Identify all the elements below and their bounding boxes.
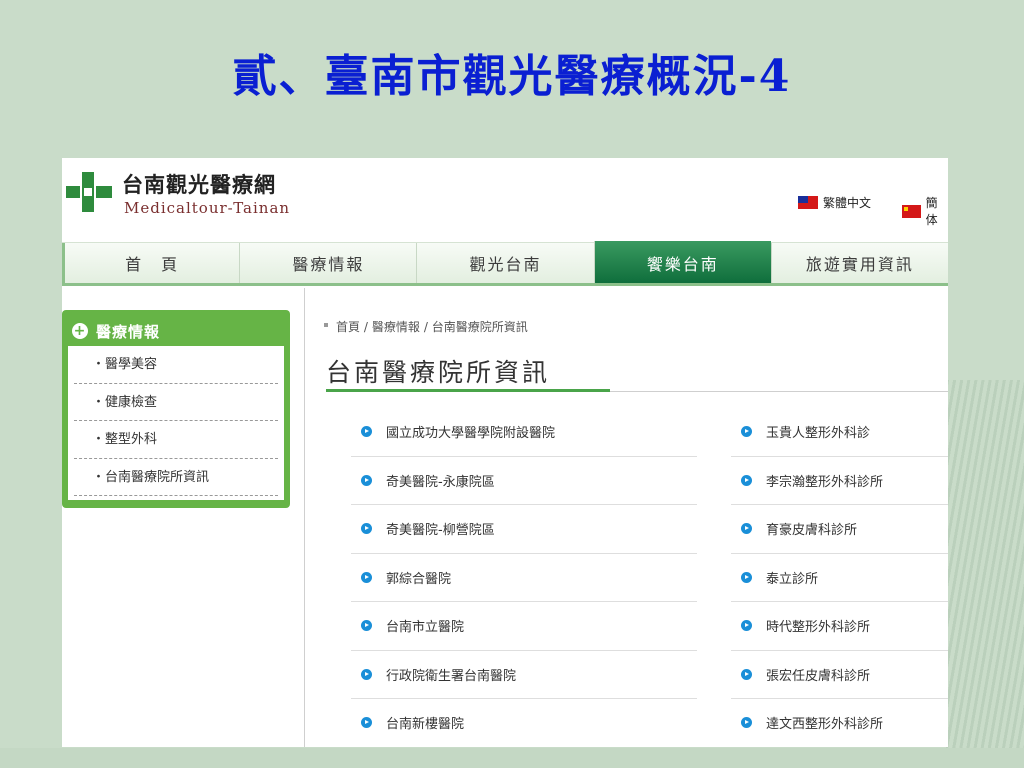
clinic-name: 時代整形外科診所 xyxy=(766,620,871,636)
nav-home[interactable]: 首 頁 xyxy=(62,243,239,283)
hospital-list-item[interactable]: 奇美醫院-柳營院區 xyxy=(351,505,697,554)
clinic-list-item[interactable]: 達文西整形外科診所 xyxy=(731,699,948,747)
hospital-list-item[interactable]: 台南新樓醫院 xyxy=(351,699,697,747)
sidebar-item-plastic-surgery[interactable]: ・整型外科 xyxy=(74,421,278,459)
lang-simplified-label: 簡体 xyxy=(925,196,938,227)
china-flag-icon xyxy=(902,204,921,218)
hospital-list-item[interactable]: 國立成功大學醫學院附設醫院 xyxy=(351,408,697,457)
site-logo-title[interactable]: 台南觀光醫療網 xyxy=(122,169,276,199)
clinic-name: 育豪皮膚科診所 xyxy=(766,523,858,539)
hospital-name: 奇美醫院-柳營院區 xyxy=(386,523,495,539)
clinic-name: 達文西整形外科診所 xyxy=(766,717,884,733)
clinic-list-item[interactable]: 玉貴人整形外科診 xyxy=(731,408,948,457)
hospital-list-item[interactable]: 台南市立醫院 xyxy=(351,602,697,651)
medical-cross-logo-icon xyxy=(66,172,112,212)
breadcrumb: 首頁 / 醫療情報 / 台南醫療院所資訊 xyxy=(324,318,528,335)
clinic-list-item[interactable]: 張宏任皮膚科診所 xyxy=(731,651,948,699)
hospital-list-left: 國立成功大學醫學院附設醫院 奇美醫院-永康院區 奇美醫院-柳營院區 郭綜合醫院 … xyxy=(351,408,697,747)
hospital-name: 台南市立醫院 xyxy=(386,620,465,636)
content-divider xyxy=(304,288,305,747)
arrow-circle-icon xyxy=(361,571,372,583)
clinic-name: 李宗瀚整形外科診所 xyxy=(766,474,884,490)
arrow-circle-icon xyxy=(741,571,752,583)
lang-traditional-link[interactable]: 繁體中文 xyxy=(798,194,871,211)
breadcrumb-home[interactable]: 首頁 / xyxy=(336,318,368,335)
arrow-circle-icon xyxy=(361,717,372,729)
clinic-name: 張宏任皮膚科診所 xyxy=(766,668,871,684)
website-screenshot: 台南觀光醫療網 Medicaltour-Tainan 繁體中文 簡体 首 頁 醫… xyxy=(62,158,948,747)
hospital-name: 國立成功大學醫學院附設醫院 xyxy=(386,426,556,442)
sidebar-item-health-checkup[interactable]: ・健康檢查 xyxy=(74,384,278,421)
nav-travel-info[interactable]: 旅遊實用資訊 xyxy=(770,243,948,283)
nav-tainan-tourism[interactable]: 觀光台南 xyxy=(416,243,593,283)
clinic-name: 玉貴人整形外科診 xyxy=(766,426,871,442)
nav-medical-info[interactable]: 醫療情報 xyxy=(239,243,416,283)
hospital-list-right: 玉貴人整形外科診 李宗瀚整形外科診所 育豪皮膚科診所 泰立診所 時代整形外科診所… xyxy=(731,408,948,747)
sidebar-item-cosmetic-medicine[interactable]: ・醫學美容 xyxy=(74,346,278,384)
lang-traditional-label: 繁體中文 xyxy=(823,196,872,210)
hospital-list-item[interactable]: 郭綜合醫院 xyxy=(351,554,697,602)
clinic-name: 泰立診所 xyxy=(766,571,819,587)
sidebar-heading-label: 醫療情報 xyxy=(96,322,161,341)
breadcrumb-medical-info[interactable]: 醫療情報 xyxy=(372,318,420,335)
hospital-name: 台南新樓醫院 xyxy=(386,717,465,733)
breadcrumb-current: / 台南醫療院所資訊 xyxy=(423,320,528,334)
sidebar-item-tainan-hospitals[interactable]: ・台南醫療院所資訊 xyxy=(74,459,278,496)
page-title: 台南醫療院所資訊 xyxy=(326,358,551,387)
main-nav: 首 頁 醫療情報 觀光台南 饗樂台南 旅遊實用資訊 xyxy=(62,241,948,286)
lang-simplified-link[interactable]: 簡体 xyxy=(902,194,948,228)
plus-circle-icon: + xyxy=(72,323,88,339)
sidebar-list: ・醫學美容 ・健康檢查 ・整型外科 ・台南醫療院所資訊 xyxy=(68,346,284,500)
arrow-circle-icon xyxy=(741,426,752,438)
slide-decoration-right xyxy=(946,380,1024,768)
title-underline xyxy=(326,389,610,392)
slide-title: 貳、臺南市觀光醫療概況-4 xyxy=(232,51,792,102)
arrow-circle-icon xyxy=(741,474,752,486)
clinic-list-item[interactable]: 育豪皮膚科診所 xyxy=(731,505,948,554)
arrow-circle-icon xyxy=(741,717,752,729)
site-header: 台南觀光醫療網 Medicaltour-Tainan 繁體中文 簡体 xyxy=(62,158,948,242)
arrow-circle-icon xyxy=(361,523,372,535)
arrow-circle-icon xyxy=(741,668,752,680)
arrow-circle-icon xyxy=(361,668,372,680)
clinic-list-item[interactable]: 時代整形外科診所 xyxy=(731,602,948,651)
arrow-circle-icon xyxy=(361,620,372,632)
hospital-name: 奇美醫院-永康院區 xyxy=(386,474,495,490)
nav-tainan-food[interactable]: 饗樂台南 xyxy=(593,241,771,283)
site-logo-subtitle: Medicaltour-Tainan xyxy=(124,199,291,217)
taiwan-flag-icon xyxy=(798,196,818,209)
arrow-circle-icon xyxy=(361,474,372,486)
hospital-name: 郭綜合醫院 xyxy=(386,571,452,587)
arrow-circle-icon xyxy=(741,523,752,535)
clinic-list-item[interactable]: 泰立診所 xyxy=(731,554,948,602)
arrow-circle-icon xyxy=(361,426,372,438)
hospital-list-item[interactable]: 奇美醫院-永康院區 xyxy=(351,457,697,505)
hospital-name: 行政院衛生署台南醫院 xyxy=(386,668,517,684)
sidebar-heading: + 醫療情報 xyxy=(72,318,160,344)
breadcrumb-bullet-icon xyxy=(324,323,328,327)
slide-decoration-bottom xyxy=(0,748,1024,768)
hospital-list-item[interactable]: 行政院衛生署台南醫院 xyxy=(351,651,697,699)
clinic-list-item[interactable]: 李宗瀚整形外科診所 xyxy=(731,457,948,505)
arrow-circle-icon xyxy=(741,620,752,632)
sidebar: + 醫療情報 ・醫學美容 ・健康檢查 ・整型外科 ・台南醫療院所資訊 xyxy=(62,310,290,508)
